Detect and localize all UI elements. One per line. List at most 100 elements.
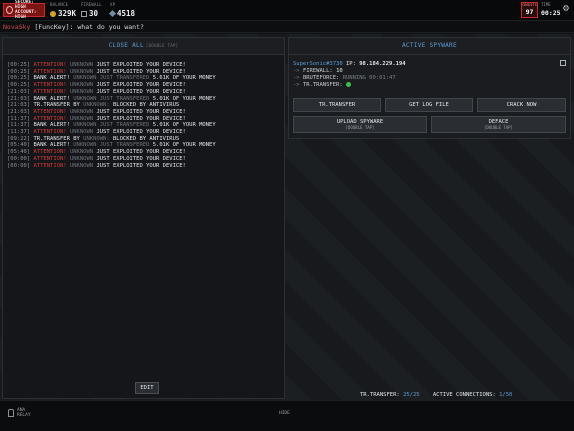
- balance-stat: BALANCE 329K: [50, 2, 76, 18]
- log-w: JUST EXPLOITED YOUR DEVICE!: [96, 62, 186, 68]
- log-t: [21:03]: [7, 108, 31, 115]
- log-t: [11:37]: [7, 122, 31, 129]
- log-t: [21:03]: [7, 102, 31, 109]
- log-t: [11:37]: [7, 115, 31, 122]
- credits-value: 97: [525, 8, 534, 16]
- log-t: [00:00]: [7, 155, 31, 162]
- tr-transfer-button[interactable]: TR.TRANSFER: [293, 98, 381, 112]
- log-w2: BLOCKED BY ANTIVIRUS: [112, 135, 180, 142]
- log-g: UNKNOWN: [69, 62, 94, 68]
- close-all-sub: [DOUBLE TAP]: [145, 43, 179, 48]
- ip-value: 98.184.229.194: [359, 61, 406, 67]
- upload-spyware-button[interactable]: UPLOAD SPYWARE [DOUBLE TAP]: [293, 116, 427, 133]
- log-line: [00:25] ATTENTION! UNKNOWN JUST EXPLOITE…: [7, 69, 279, 76]
- log-w2: BLOCKED BY ANTIVIRUS: [112, 102, 180, 109]
- log-w: JUST EXPLOITED YOUR DEVICE!: [96, 129, 186, 136]
- close-all-label: CLOSE ALL: [108, 42, 144, 49]
- log-w: TR.TRANSFER BY: [33, 102, 80, 109]
- target-user[interactable]: SuperSonic#3730: [293, 61, 343, 67]
- balance-value: 329K: [58, 9, 77, 18]
- bruteforce-val: RUNNING 00:01:47: [342, 75, 396, 81]
- top-bar: SECURE: HIGH ACCOUNT: HIGH BALANCE 329K …: [0, 0, 574, 21]
- log-a: ATTENTION!: [33, 155, 67, 162]
- gear-icon[interactable]: ⚙: [561, 4, 571, 14]
- bottom-label-2: RELAY: [17, 413, 31, 418]
- ip-label: IP:: [345, 61, 356, 67]
- log-list[interactable]: [00:25] ATTENTION! UNKNOWN JUST EXPLOITE…: [7, 62, 279, 169]
- security-status-badge[interactable]: SECURE: HIGH ACCOUNT: HIGH: [3, 0, 45, 20]
- xp-label: XP: [110, 2, 116, 7]
- log-g: UNKNOWN: [69, 115, 94, 122]
- log-a: ATTENTION!: [33, 108, 67, 115]
- firewall-icon: [81, 10, 87, 17]
- log-w: JUST EXPLOITED YOUR DEVICE!: [96, 149, 186, 156]
- log-w: JUST EXPLOITED YOUR DEVICE!: [96, 82, 186, 89]
- crack-now-button[interactable]: CRACK NOW: [477, 98, 566, 112]
- log-a: ATTENTION!: [33, 162, 67, 169]
- get-log-file-button[interactable]: GET LOG FILE: [385, 98, 473, 112]
- log-w2: 5.61K OF YOUR MONEY: [152, 75, 216, 82]
- log-g: UNKNOWN JUST TRANSFERED: [73, 142, 150, 149]
- target-info: SuperSonic#3730 IP: 98.184.229.194 -> FI…: [293, 60, 563, 89]
- log-line: [11:37] ATTENTION! UNKNOWN JUST EXPLOITE…: [7, 116, 279, 123]
- log-g: UNKNOWN: [69, 129, 94, 136]
- log-t: [09:22]: [7, 135, 31, 142]
- log-t: [00:00]: [7, 162, 31, 169]
- log-a: ATTENTION!: [33, 129, 67, 136]
- bruteforce-key: BRUTEFORCE:: [302, 75, 340, 81]
- log-w: BANK ALERT!: [33, 142, 70, 149]
- firewall-key: FIREWALL:: [302, 68, 333, 74]
- lock-icon[interactable]: [8, 409, 14, 417]
- log-line: [21:03] TR.TRANSFER BY UNKNOWN: BLOCKED …: [7, 102, 279, 109]
- status-dot-icon: [346, 82, 351, 87]
- deface-sub: [DOUBLE TAP]: [484, 125, 513, 130]
- log-line: [11:37] ATTENTION! UNKNOWN JUST EXPLOITE…: [7, 129, 279, 136]
- log-line: [00:00] ATTENTION! UNKNOWN JUST EXPLOITE…: [7, 156, 279, 163]
- log-g: UNKNOWN:: [83, 135, 110, 142]
- arrow-icon: ->: [293, 75, 300, 81]
- time-stat: TIME 00:25: [541, 2, 561, 17]
- log-w: JUST EXPLOITED YOUR DEVICE!: [96, 155, 186, 162]
- log-line: [05:40] ATTENTION! UNKNOWN JUST EXPLOITE…: [7, 149, 279, 156]
- tr-status-label: TR.TRANSFER:: [360, 392, 400, 398]
- secure-line-1: SECURE: HIGH: [14, 0, 34, 10]
- credits-badge[interactable]: CREDITS 97: [521, 2, 538, 18]
- log-w: JUST EXPLOITED YOUR DEVICE!: [96, 108, 186, 115]
- edit-button[interactable]: EDIT: [135, 382, 159, 394]
- log-a: ATTENTION!: [33, 82, 67, 89]
- log-w: BANK ALERT!: [33, 95, 70, 102]
- log-line: [21:03] ATTENTION! UNKNOWN JUST EXPLOITE…: [7, 109, 279, 116]
- balance-label: BALANCE: [50, 2, 69, 7]
- log-t: [00:25]: [7, 62, 31, 68]
- log-a: ATTENTION!: [33, 115, 67, 122]
- log-w2: 5.01K OF YOUR MONEY: [152, 142, 216, 149]
- xp-value: 4518: [117, 9, 136, 18]
- close-all-button[interactable]: CLOSE ALL [DOUBLE TAP]: [3, 38, 284, 55]
- log-g: UNKNOWN: [69, 88, 94, 95]
- bottom-bar: ANA RELAY HIDE: [0, 400, 574, 431]
- log-g: UNKNOWN JUST TRANSFERED: [73, 122, 150, 129]
- log-w: BANK ALERT!: [33, 122, 70, 129]
- hide-button[interactable]: HIDE: [279, 411, 290, 416]
- deface-button[interactable]: DEFACE [DOUBLE TAP]: [431, 116, 566, 133]
- log-line: [00:25] BANK ALERT! UNKNOWN JUST TRANSFE…: [7, 75, 279, 82]
- time-value: 00:25: [541, 9, 561, 17]
- log-w: JUST EXPLOITED YOUR DEVICE!: [96, 68, 186, 75]
- firewall-stat: FIREWALL 30: [81, 2, 102, 18]
- chat-handle: [FuncKey]:: [34, 23, 74, 31]
- log-g: UNKNOWN: [69, 155, 94, 162]
- log-g: UNKNOWN JUST TRANSFERED: [73, 95, 150, 102]
- log-t: [05:40]: [7, 149, 31, 156]
- log-g: UNKNOWN: [69, 108, 94, 115]
- log-t: [21:03]: [7, 88, 31, 95]
- log-line: [00:25] ATTENTION! UNKNOWN JUST EXPLOITE…: [7, 62, 279, 69]
- log-g: UNKNOWN JUST TRANSFERED: [73, 75, 150, 82]
- log-a: ATTENTION!: [33, 149, 67, 156]
- time-label: TIME: [541, 2, 551, 7]
- spyware-panel: ACTIVE SPYWARE SuperSonic#3730 IP: 98.18…: [288, 37, 571, 139]
- log-w: JUST EXPLOITED YOUR DEVICE!: [96, 115, 186, 122]
- log-line: [11:37] BANK ALERT! UNKNOWN JUST TRANSFE…: [7, 122, 279, 129]
- log-a: ATTENTION!: [33, 88, 67, 95]
- log-w: TR.TRANSFER BY: [33, 135, 80, 142]
- chat-bar[interactable]: NovaSky [FuncKey]: what do you want?: [0, 21, 574, 33]
